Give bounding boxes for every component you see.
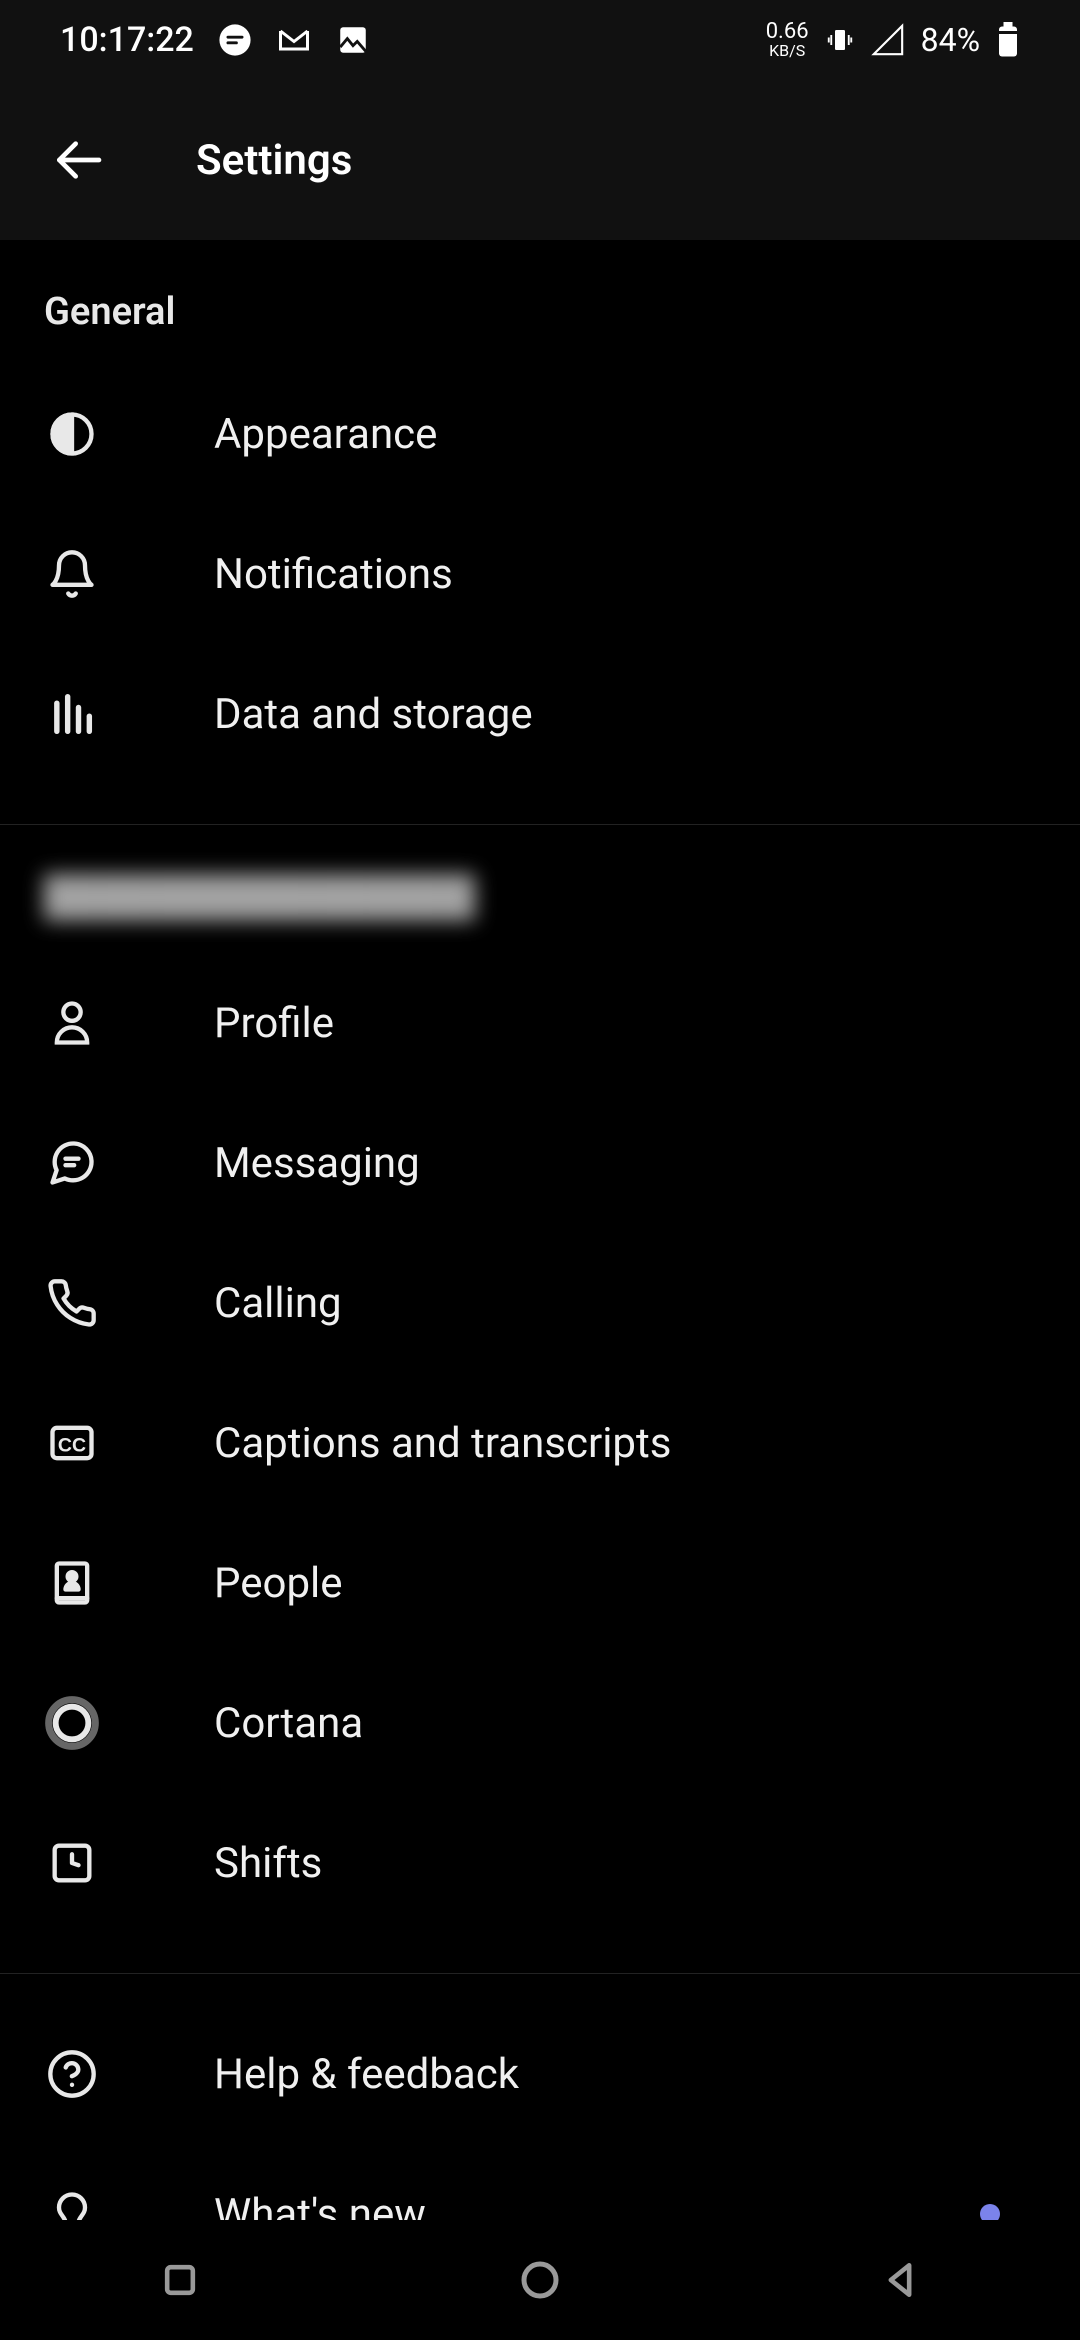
item-label: Captions and transcripts [214, 1419, 1036, 1468]
back-button[interactable] [50, 132, 106, 188]
settings-item-data-storage[interactable]: Data and storage [44, 644, 1036, 784]
page-title: Settings [196, 136, 352, 185]
divider [0, 824, 1080, 825]
settings-item-help-feedback[interactable]: Help & feedback [44, 2004, 1036, 2144]
signal-icon [871, 23, 905, 57]
status-time: 10:17:22 [60, 20, 194, 60]
item-label: Messaging [214, 1139, 1036, 1188]
status-bar: 10:17:22 0.66 KB/S 84% [0, 0, 1080, 80]
settings-item-shifts[interactable]: Shifts [44, 1793, 1036, 1933]
settings-item-captions[interactable]: CC Captions and transcripts [44, 1373, 1036, 1513]
message-notification-icon [218, 23, 252, 57]
battery-percent: 84% [921, 21, 980, 59]
settings-item-cortana[interactable]: Cortana [44, 1653, 1036, 1793]
calling-icon [44, 1275, 100, 1331]
gallery-icon [336, 23, 370, 57]
section-general: General Appearance Notifications Data an… [0, 240, 1080, 784]
item-label: Help & feedback [214, 2050, 1036, 2099]
messaging-icon [44, 1135, 100, 1191]
captions-icon: CC [44, 1415, 100, 1471]
gmail-icon [276, 22, 312, 58]
settings-item-notifications[interactable]: Notifications [44, 504, 1036, 644]
status-right: 0.66 KB/S 84% [766, 21, 1020, 59]
notifications-icon [44, 546, 100, 602]
people-icon [44, 1555, 100, 1611]
item-label: Shifts [214, 1839, 1036, 1888]
nav-home-button[interactable] [510, 2250, 570, 2310]
app-bar: Settings [0, 80, 1080, 240]
item-label: Data and storage [214, 690, 1036, 739]
status-left: 10:17:22 [60, 20, 370, 60]
network-speed: 0.66 KB/S [766, 21, 809, 59]
section-header-account: ████████████████ [44, 875, 464, 923]
section-account: ████████████████ Profile Messaging Calli… [0, 875, 1080, 1933]
settings-item-calling[interactable]: Calling [44, 1233, 1036, 1373]
item-label: Calling [214, 1279, 1036, 1328]
item-label: Appearance [214, 410, 1036, 459]
item-label: Profile [214, 999, 1036, 1048]
appearance-icon [44, 406, 100, 462]
cortana-icon [44, 1695, 100, 1751]
item-label: Cortana [214, 1699, 1036, 1748]
shifts-icon [44, 1835, 100, 1891]
vibrate-icon [825, 25, 855, 55]
help-icon [44, 2046, 100, 2102]
section-header-general: General [44, 240, 1036, 364]
item-label: Notifications [214, 550, 1036, 599]
nav-recent-button[interactable] [150, 2250, 210, 2310]
settings-item-messaging[interactable]: Messaging [44, 1093, 1036, 1233]
settings-item-profile[interactable]: Profile [44, 953, 1036, 1093]
profile-icon [44, 995, 100, 1051]
svg-text:CC: CC [58, 1435, 86, 1457]
nav-back-button[interactable] [870, 2250, 930, 2310]
settings-item-people[interactable]: People [44, 1513, 1036, 1653]
settings-item-appearance[interactable]: Appearance [44, 364, 1036, 504]
data-storage-icon [44, 686, 100, 742]
system-nav-bar [0, 2220, 1080, 2340]
item-label: People [214, 1559, 1036, 1608]
battery-icon [996, 22, 1020, 58]
